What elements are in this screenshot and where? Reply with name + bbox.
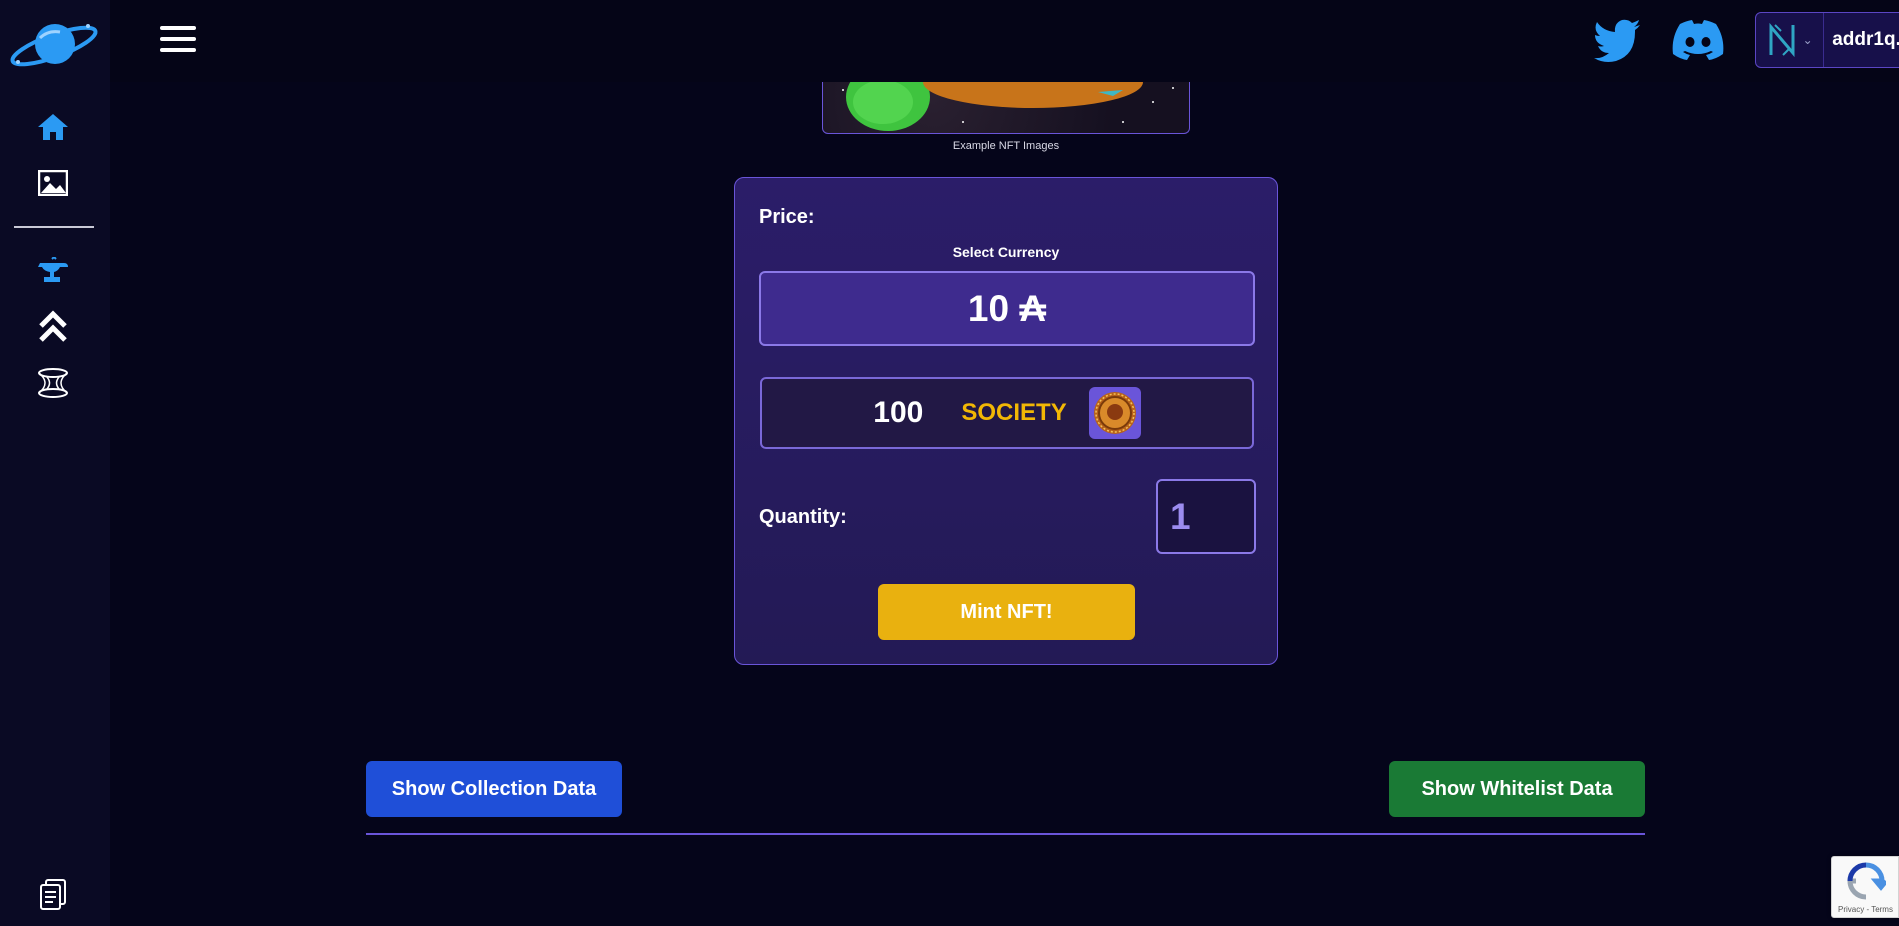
wallet-address: addr1q...whpg bbox=[1832, 29, 1899, 50]
society-token-name: SOCIETY bbox=[961, 399, 1067, 426]
section-divider bbox=[366, 833, 1645, 835]
recaptcha-badge[interactable]: Privacy - Terms bbox=[1831, 856, 1899, 918]
anvil-icon[interactable] bbox=[36, 254, 70, 288]
nft-image-caption: Example NFT Images bbox=[952, 140, 1060, 152]
nami-logo-icon bbox=[1769, 23, 1795, 57]
planet-logo-icon[interactable] bbox=[8, 16, 100, 74]
vortex-icon[interactable] bbox=[36, 366, 70, 400]
show-collection-data-button[interactable]: Show Collection Data bbox=[366, 761, 622, 817]
currency-option-society[interactable]: 100 SOCIETY bbox=[760, 377, 1254, 449]
top-bar: ⌄ addr1q...whpg bbox=[110, 0, 1899, 82]
select-currency-label: Select Currency bbox=[952, 244, 1060, 260]
recaptcha-icon bbox=[1847, 862, 1886, 900]
show-whitelist-data-button[interactable]: Show Whitelist Data bbox=[1389, 761, 1645, 817]
quantity-label: Quantity: bbox=[759, 506, 847, 528]
discord-icon[interactable] bbox=[1672, 20, 1724, 62]
twitter-icon[interactable] bbox=[1594, 18, 1642, 62]
sidebar bbox=[0, 0, 110, 926]
wallet-connect-button[interactable]: ⌄ addr1q...whpg bbox=[1755, 12, 1899, 68]
sidebar-divider bbox=[14, 226, 94, 228]
society-token-icon bbox=[1088, 387, 1141, 439]
quantity-input[interactable]: 1 bbox=[1156, 479, 1256, 554]
mint-card: Price: Select Currency 10 ₳ 100 SOCIETY … bbox=[734, 177, 1278, 665]
chevron-down-icon: ⌄ bbox=[1802, 33, 1813, 47]
mint-nft-button[interactable]: Mint NFT! bbox=[878, 584, 1135, 640]
price-label: Price: bbox=[759, 206, 815, 228]
nft-example-image bbox=[822, 82, 1190, 134]
image-icon[interactable] bbox=[36, 166, 70, 200]
document-icon[interactable] bbox=[36, 878, 70, 912]
hamburger-menu-icon[interactable] bbox=[160, 26, 196, 54]
double-chevron-up-icon[interactable] bbox=[36, 310, 70, 344]
currency-option-ada[interactable]: 10 ₳ bbox=[759, 271, 1255, 346]
society-amount: 100 bbox=[873, 396, 924, 429]
wallet-provider-logo: ⌄ bbox=[1756, 13, 1825, 67]
recaptcha-footer: Privacy - Terms bbox=[1838, 905, 1893, 914]
home-icon[interactable] bbox=[36, 110, 70, 144]
